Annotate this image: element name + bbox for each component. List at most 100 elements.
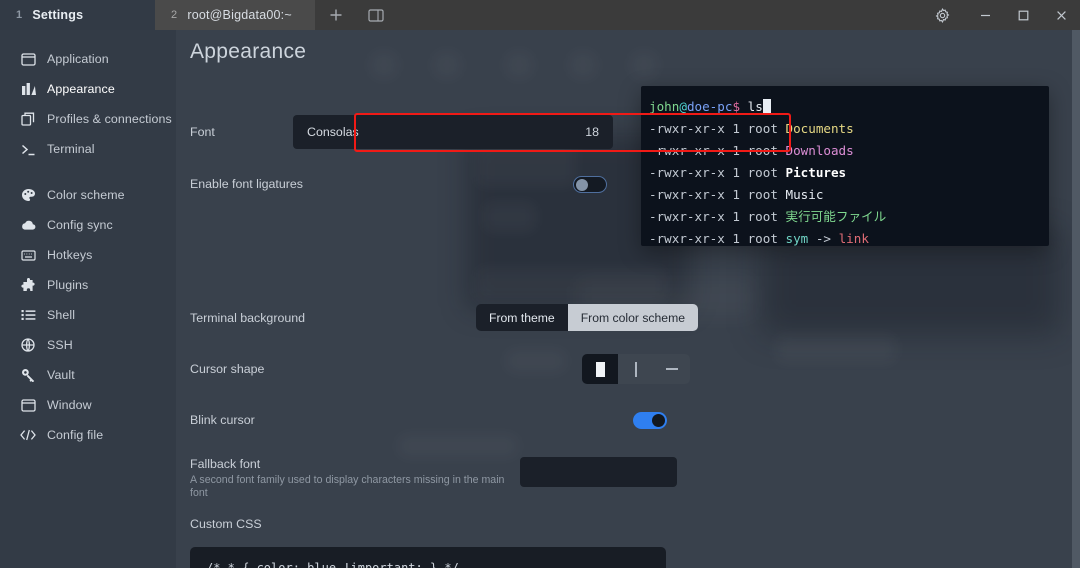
appearance-icon	[20, 81, 36, 97]
background-blur-shape	[371, 52, 397, 78]
sidebar-item-label: Appearance	[47, 82, 115, 96]
toggle-knob	[576, 178, 588, 191]
terminal-preview-line: -rwxr-xr-x 1 root Documents	[649, 118, 1049, 140]
cursor-shape-block[interactable]	[582, 354, 618, 384]
setting-row-fallback-font: Fallback font A second font family used …	[190, 457, 1066, 499]
sidebar-item-profiles-connections[interactable]: Profiles & connections	[0, 104, 176, 134]
tab-index: 2	[171, 9, 178, 21]
terminal-text-segment: -rwxr-xr-x 1 root	[649, 209, 786, 224]
terminal-text-segment: sym	[785, 231, 809, 246]
minimize-icon[interactable]	[966, 0, 1004, 30]
background-blur-shape	[484, 202, 536, 232]
segment-from-color-scheme[interactable]: From color scheme	[567, 304, 698, 331]
sidebar-item-label: Shell	[47, 308, 76, 322]
sidebar-item-window[interactable]: Window	[0, 390, 176, 420]
maximize-icon[interactable]	[1004, 0, 1042, 30]
terminal-text-segment: john	[649, 99, 680, 114]
blink-cursor-toggle[interactable]	[633, 411, 667, 429]
segment-from-theme[interactable]: From theme	[476, 304, 568, 331]
ligatures-toggle[interactable]	[573, 175, 607, 193]
tab-settings-label: Settings	[32, 8, 84, 22]
new-tab-button[interactable]	[325, 4, 347, 26]
terminal-text-segment: Pictures	[785, 165, 847, 180]
cursor-shape-underline[interactable]	[654, 354, 690, 384]
terminal-prompt-icon	[20, 141, 36, 157]
terminal-text-segment: -rwxr-xr-x 1 root	[649, 143, 786, 158]
sidebar-item-label: Hotkeys	[47, 248, 93, 262]
sidebar-item-appearance[interactable]: Appearance	[0, 74, 176, 104]
terminal-preview-line: -rwxr-xr-x 1 root sym -> link	[649, 228, 1049, 250]
terminal-background-label: Terminal background	[190, 310, 306, 325]
terminal-text-segment: -rwxr-xr-x 1 root	[649, 165, 786, 180]
terminal-preview-line: john@doe-pc$ ls	[649, 96, 1049, 118]
sidebar-item-label: Application	[47, 52, 109, 66]
code-icon	[20, 427, 36, 443]
background-blur-shape	[631, 52, 657, 78]
sidebar-item-config-file[interactable]: Config file	[0, 420, 176, 450]
setting-row-custom-css: Custom CSS	[190, 515, 1066, 533]
terminal-text-segment: -rwxr-xr-x 1 root	[649, 231, 786, 246]
sidebar-item-plugins[interactable]: Plugins	[0, 270, 176, 300]
terminal-text-segment: -rwxr-xr-x 1 root	[649, 121, 786, 136]
cursor-shape-label: Cursor shape	[190, 362, 265, 376]
custom-css-label: Custom CSS	[190, 517, 262, 531]
custom-css-editor[interactable]: /* * { color: blue !important; } */	[190, 547, 666, 568]
sidebar-item-color-scheme[interactable]: Color scheme	[0, 180, 176, 210]
vertical-scrollbar[interactable]	[1072, 30, 1080, 568]
background-blur-shape	[570, 52, 596, 78]
terminal-background-segmented-control: From theme From color scheme	[476, 304, 698, 331]
sidebar-item-shell[interactable]: Shell	[0, 300, 176, 330]
tab-settings[interactable]: 1 Settings	[0, 0, 155, 30]
key-icon	[20, 367, 36, 383]
terminal-preview-line: -rwxr-xr-x 1 root Music	[649, 184, 1049, 206]
terminal-text-segment: @	[679, 99, 687, 114]
page-title: Appearance	[190, 40, 307, 63]
profiles-icon	[20, 111, 36, 127]
tab-bar-empty-area	[315, 0, 918, 30]
keyboard-icon	[20, 247, 36, 263]
terminal-preview-line: -rwxr-xr-x 1 root Downloads	[649, 140, 1049, 162]
sidebar-item-application[interactable]: Application	[0, 44, 176, 74]
fallback-font-label: Fallback font	[190, 457, 261, 471]
tab-index: 1	[16, 9, 23, 21]
terminal-text-segment: ->	[808, 231, 839, 246]
terminal-text-segment: link	[838, 231, 869, 246]
sidebar-item-ssh[interactable]: SSH	[0, 330, 176, 360]
font-value: Consolas	[307, 125, 359, 139]
tab-terminal[interactable]: 2 root@Bigdata00:~	[155, 0, 315, 30]
sidebar-item-label: Window	[47, 398, 92, 412]
fallback-font-input[interactable]	[520, 457, 677, 487]
sidebar-item-hotkeys[interactable]: Hotkeys	[0, 240, 176, 270]
close-icon[interactable]	[1042, 0, 1080, 30]
cursor-shape-group	[582, 354, 690, 384]
ligatures-label: Enable font ligatures	[190, 177, 303, 191]
puzzle-icon	[20, 277, 36, 293]
font-input[interactable]: Consolas 18	[293, 115, 613, 149]
cursor-shape-beam[interactable]	[618, 354, 654, 384]
terminal-text-segment: $	[732, 99, 741, 114]
sidebar-item-label: Profiles & connections	[47, 112, 172, 126]
cloud-icon	[20, 217, 36, 233]
terminal-preview-lines: john@doe-pc$ ls -rwxr-xr-x 1 root Documen…	[649, 96, 1049, 250]
settings-sidebar: Application Appearance Profiles & connec…	[0, 30, 176, 568]
split-pane-icon[interactable]	[365, 4, 387, 26]
font-size-value: 18	[585, 125, 599, 139]
sidebar-item-terminal[interactable]: Terminal	[0, 134, 176, 164]
underline-cursor-icon	[666, 368, 678, 370]
sidebar-item-vault[interactable]: Vault	[0, 360, 176, 390]
sidebar-item-config-sync[interactable]: Config sync	[0, 210, 176, 240]
title-bar: 1 Settings 2 root@Bigdata00:~	[0, 0, 1080, 30]
terminal-font-preview: john@doe-pc$ ls -rwxr-xr-x 1 root Documen…	[641, 86, 1049, 246]
background-blur-shape	[434, 52, 460, 78]
gear-icon[interactable]	[918, 0, 966, 30]
background-blur-shape	[398, 435, 518, 457]
terminal-text-segment: doe-pc	[686, 99, 733, 114]
sidebar-item-label: Plugins	[47, 278, 89, 292]
terminal-preview-line: -rwxr-xr-x 1 root 実行可能ファイル	[649, 206, 1049, 228]
palette-icon	[20, 187, 36, 203]
fallback-font-description: A second font family used to display cha…	[190, 474, 505, 500]
terminal-preview-line: -rwxr-xr-x 1 root Pictures	[649, 162, 1049, 184]
terminal-text-segment: -rwxr-xr-x 1 root	[649, 187, 786, 202]
sidebar-item-label: Vault	[47, 368, 75, 382]
globe-icon	[20, 337, 36, 353]
